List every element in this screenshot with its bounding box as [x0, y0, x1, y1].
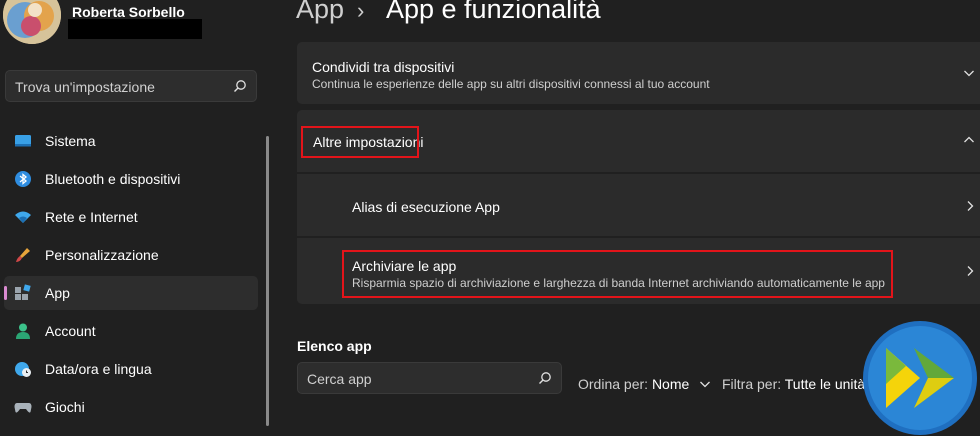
settings-search-input[interactable]: Trova un'impostazione — [5, 70, 257, 102]
app-execution-alias-card[interactable]: Alias di esecuzione App — [297, 174, 980, 236]
sidebar-item-account[interactable]: Account — [4, 314, 258, 348]
card-title: Condividi tra dispositivi — [312, 59, 455, 75]
chevron-down-icon — [700, 381, 711, 388]
sidebar-item-label: App — [45, 285, 70, 301]
sidebar-item-label: Data/ora e lingua — [45, 361, 152, 377]
person-icon — [16, 323, 30, 339]
sidebar-item-personalizzazione[interactable]: Personalizzazione — [4, 238, 258, 272]
sidebar-item-bluetooth[interactable]: Bluetooth e dispositivi — [4, 162, 258, 196]
settings-search-placeholder: Trova un'impostazione — [15, 79, 155, 95]
sidebar-item-label: Personalizzazione — [45, 247, 159, 263]
card-subtitle: Continua le esperienze delle app su altr… — [312, 77, 710, 91]
filter-dropdown[interactable]: Filtra per: Tutte le unità — [722, 376, 865, 392]
apps-icon — [15, 284, 31, 300]
avatar — [3, 0, 61, 44]
wifi-icon — [15, 211, 31, 223]
sort-dropdown[interactable]: Ordina per: Nome — [578, 376, 711, 392]
user-name: Roberta Sorbello — [72, 4, 185, 20]
gamepad-icon — [14, 403, 32, 413]
app-search-input[interactable]: Cerca app — [297, 362, 562, 394]
monitor-icon — [15, 135, 31, 147]
breadcrumb-separator: › — [357, 0, 365, 23]
card-title: Alias di esecuzione App — [352, 199, 500, 215]
breadcrumb-parent[interactable]: App — [296, 0, 344, 25]
sidebar-item-sistema[interactable]: Sistema — [4, 124, 258, 158]
sidebar-item-label: Account — [45, 323, 96, 339]
sidebar-item-label: Rete e Internet — [45, 209, 138, 225]
search-icon — [234, 80, 246, 92]
highlight-altre-impostazioni — [301, 126, 419, 158]
chevron-right-icon — [967, 201, 974, 211]
sort-label: Ordina per: — [578, 376, 649, 392]
selection-indicator — [4, 286, 7, 300]
watermark-logo — [863, 321, 977, 435]
highlight-archiviare-app — [342, 250, 893, 298]
sidebar-item-label: Bluetooth e dispositivi — [45, 171, 181, 187]
sidebar-item-app[interactable]: App — [4, 276, 258, 310]
chevron-right-icon — [967, 266, 974, 276]
globe-clock-icon — [15, 362, 31, 377]
redacted-email — [68, 19, 202, 39]
chevron-up-icon[interactable] — [963, 134, 975, 146]
app-search-placeholder: Cerca app — [307, 371, 372, 387]
brush-icon — [16, 248, 30, 262]
search-icon — [539, 372, 551, 384]
chevron-down-icon[interactable] — [963, 67, 975, 79]
page-title: App e funzionalità — [386, 0, 601, 24]
filter-label: Filtra per: — [722, 376, 782, 392]
share-across-devices-card[interactable]: Condividi tra dispositivi Continua le es… — [297, 42, 980, 104]
sidebar-item-label: Sistema — [45, 133, 96, 149]
sidebar-item-giochi[interactable]: Giochi — [4, 390, 258, 424]
bluetooth-icon — [15, 171, 31, 187]
sidebar-item-label: Giochi — [45, 399, 85, 415]
sidebar-scrollbar[interactable] — [266, 136, 269, 426]
sort-value: Nome — [651, 376, 690, 392]
sidebar-item-rete[interactable]: Rete e Internet — [4, 200, 258, 234]
sidebar-item-data-ora[interactable]: Data/ora e lingua — [4, 352, 258, 386]
filter-value: Tutte le unità — [784, 376, 866, 392]
app-list-title: Elenco app — [297, 338, 372, 354]
